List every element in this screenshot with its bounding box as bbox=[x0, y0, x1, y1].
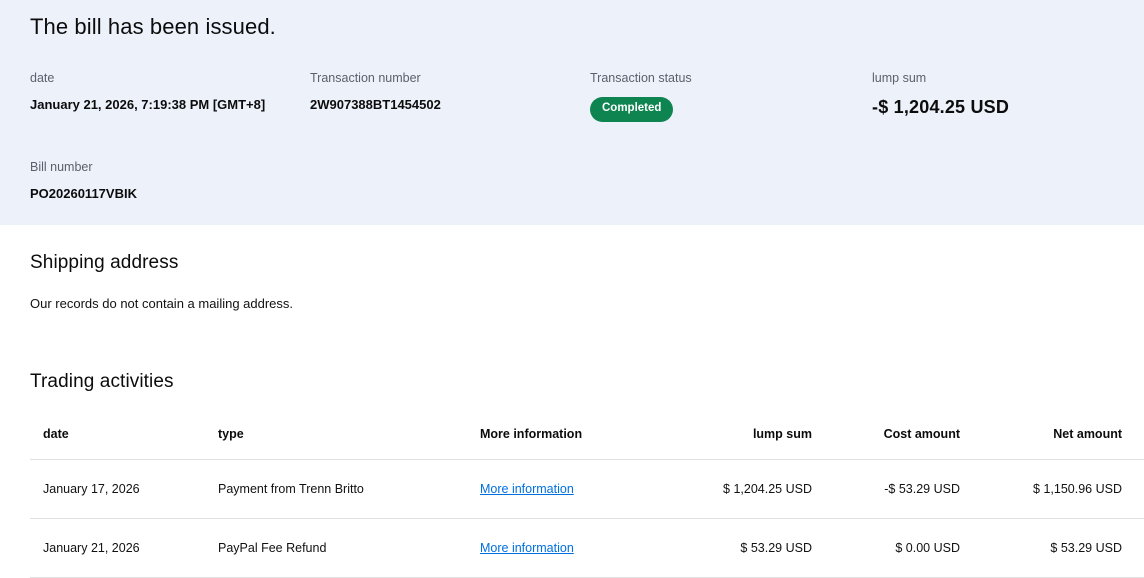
table-row: January 17, 2026 Payment from Trenn Brit… bbox=[30, 460, 1144, 519]
column-header-date: date bbox=[43, 427, 69, 441]
bill-summary-section: The bill has been issued. date January 2… bbox=[0, 0, 1144, 225]
field-lump-sum-label: lump sum bbox=[872, 71, 927, 85]
field-bill-number-value: PO20260117VBIK bbox=[30, 185, 137, 201]
field-date-value: January 21, 2026, 7:19:38 PM [GMT+8] bbox=[30, 97, 266, 112]
cell-net-amount: $ 1,150.96 USD bbox=[1033, 482, 1122, 496]
field-lump-sum-value: -$ 1,204.25 USD bbox=[872, 97, 1010, 117]
column-header-net-amount: Net amount bbox=[1053, 427, 1122, 441]
more-information-link[interactable]: More information bbox=[480, 482, 574, 496]
field-transaction-status: Transaction status Completed bbox=[590, 71, 872, 122]
more-information-link[interactable]: More information bbox=[480, 541, 574, 555]
column-header-more-information: More information bbox=[480, 427, 583, 441]
shipping-address-section: Shipping address Our records do not cont… bbox=[0, 225, 1144, 311]
cell-lump-sum: $ 53.29 USD bbox=[740, 541, 812, 555]
field-transaction-status-label: Transaction status bbox=[590, 71, 692, 85]
field-bill-number: Bill number PO20260117VBIK bbox=[30, 160, 310, 201]
column-header-lump-sum: lump sum bbox=[752, 427, 812, 441]
field-transaction-number-value: 2W907388BT1454502 bbox=[310, 97, 441, 112]
cell-cost-amount: $ 0.00 USD bbox=[895, 541, 960, 555]
column-header-type: type bbox=[218, 427, 244, 441]
cell-type: Payment from Trenn Britto bbox=[218, 482, 364, 496]
column-header-cost-amount: Cost amount bbox=[883, 427, 960, 441]
shipping-address-message: Our records do not contain a mailing add… bbox=[30, 296, 294, 311]
bill-details-page: The bill has been issued. date January 2… bbox=[0, 0, 1144, 578]
field-date: date January 21, 2026, 7:19:38 PM [GMT+8… bbox=[30, 71, 310, 122]
trading-activities-table: date type More information lump sum Cost… bbox=[30, 393, 1144, 578]
cell-cost-amount: -$ 53.29 USD bbox=[884, 482, 960, 496]
field-bill-number-label: Bill number bbox=[30, 159, 93, 174]
table-row: January 21, 2026 PayPal Fee Refund More … bbox=[30, 519, 1144, 578]
page-title: The bill has been issued. bbox=[30, 14, 276, 39]
cell-type: PayPal Fee Refund bbox=[218, 541, 327, 555]
field-transaction-number: Transaction number 2W907388BT1454502 bbox=[310, 71, 590, 122]
cell-lump-sum: $ 1,204.25 USD bbox=[723, 482, 812, 496]
field-transaction-number-label: Transaction number bbox=[310, 71, 421, 85]
trading-activities-section: Trading activities date type More inform… bbox=[0, 371, 1144, 578]
cell-date: January 17, 2026 bbox=[43, 482, 140, 496]
field-date-label: date bbox=[30, 71, 55, 85]
field-lump-sum: lump sum -$ 1,204.25 USD bbox=[872, 71, 1114, 122]
table-header-row: date type More information lump sum Cost… bbox=[30, 393, 1144, 460]
trading-activities-title: Trading activities bbox=[30, 371, 174, 392]
status-badge: Completed bbox=[590, 97, 674, 122]
bill-summary-grid: date January 21, 2026, 7:19:38 PM [GMT+8… bbox=[30, 71, 1114, 201]
shipping-address-title: Shipping address bbox=[30, 252, 179, 273]
cell-date: January 21, 2026 bbox=[43, 541, 140, 555]
cell-net-amount: $ 53.29 USD bbox=[1050, 541, 1122, 555]
